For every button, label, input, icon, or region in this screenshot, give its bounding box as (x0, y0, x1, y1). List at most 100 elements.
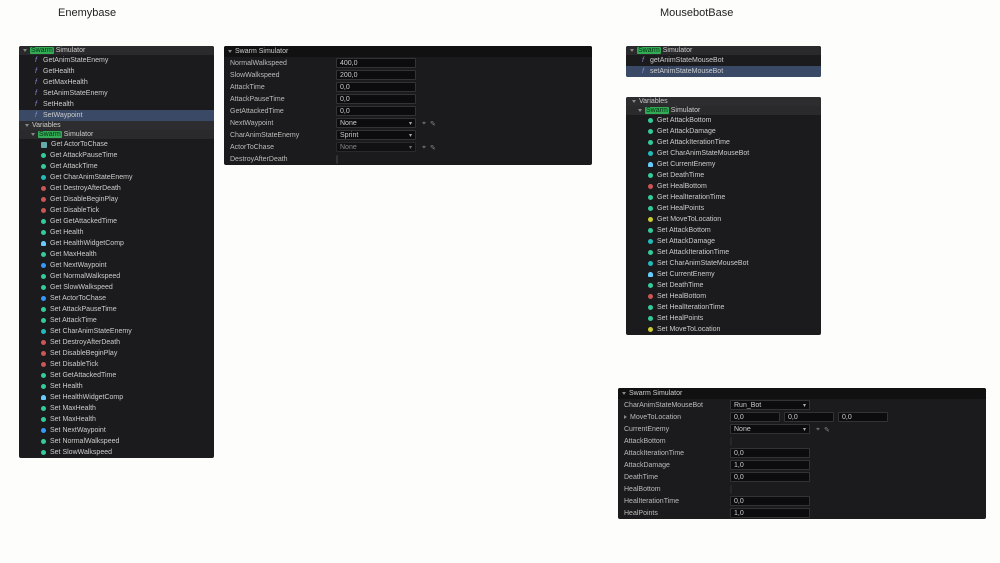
var-item[interactable]: Set CurrentEnemy (626, 269, 821, 280)
func-item[interactable]: fsetAnimStateMouseBot (626, 66, 821, 77)
var-item[interactable]: Set MoveToLocation (626, 324, 821, 335)
prop-row: AttackBottom (618, 435, 986, 447)
var-item[interactable]: Get AttackIterationTime (626, 137, 821, 148)
var-item[interactable]: Get CharAnimStateMouseBot (626, 148, 821, 159)
var-item[interactable]: Get CharAnimStateEnemy (19, 172, 214, 183)
var-item[interactable]: Set DestroyAfterDeath (19, 337, 214, 348)
var-item[interactable]: Set GetAttackedTime (19, 370, 214, 381)
prop-row: CurrentEnemyNone▾⌖✎ (618, 423, 986, 435)
var-item[interactable]: Set ActorToChase (19, 293, 214, 304)
vector-input[interactable] (784, 412, 834, 422)
vars-root[interactable]: Swarm Simulator (19, 130, 214, 139)
variables-header[interactable]: Variables (626, 97, 821, 106)
expand-icon (622, 392, 626, 395)
variables-header[interactable]: Variables (19, 121, 214, 130)
var-item[interactable]: Get DestroyAfterDeath (19, 183, 214, 194)
var-item[interactable]: Get NextWaypoint (19, 260, 214, 271)
func-item[interactable]: fGetMaxHealth (19, 77, 214, 88)
vars-root[interactable]: Swarm Simulator (626, 106, 821, 115)
dropdown[interactable]: None▾ (336, 142, 416, 152)
props-header[interactable]: Swarm Simulator (224, 46, 592, 57)
var-item[interactable]: Set AttackPauseTime (19, 304, 214, 315)
number-input[interactable] (336, 58, 416, 68)
number-input[interactable] (336, 94, 416, 104)
var-item[interactable]: Get AttackDamage (626, 126, 821, 137)
var-item[interactable]: Get Health (19, 227, 214, 238)
var-item[interactable]: Set HealIterationTime (626, 302, 821, 313)
number-input[interactable] (730, 448, 810, 458)
var-item[interactable]: Set NormalWalkspeed (19, 436, 214, 447)
title-mousebotbase: MousebotBase (660, 7, 733, 19)
var-item[interactable]: Set NextWaypoint (19, 425, 214, 436)
var-item[interactable]: Set SlowWalkspeed (19, 447, 214, 458)
var-item[interactable]: Get SlowWalkspeed (19, 282, 214, 293)
reset-icon[interactable]: ✎ (430, 144, 436, 152)
number-input[interactable] (336, 106, 416, 116)
tree-root[interactable]: Swarm Simulator (19, 46, 214, 55)
tree-root[interactable]: Swarm Simulator (626, 46, 821, 55)
var-item[interactable]: Set AttackIterationTime (626, 247, 821, 258)
dropdown[interactable]: None▾ (730, 424, 810, 434)
var-item[interactable]: Set HealBottom (626, 291, 821, 302)
var-item[interactable]: Get ActorToChase (19, 139, 214, 150)
browse-icon[interactable]: ⌖ (422, 144, 426, 152)
var-item[interactable]: Get AttackPauseTime (19, 150, 214, 161)
var-item[interactable]: Get DeathTime (626, 170, 821, 181)
prop-row: AttackIterationTime (618, 447, 986, 459)
prop-label-text: MoveToLocation (630, 414, 681, 421)
var-item[interactable]: Get DisableBeginPlay (19, 194, 214, 205)
var-item[interactable]: Set DeathTime (626, 280, 821, 291)
func-item[interactable]: fgetAnimStateMouseBot (626, 55, 821, 66)
var-item[interactable]: Get HealPoints (626, 203, 821, 214)
var-item[interactable]: Get AttackTime (19, 161, 214, 172)
expand-arrow-icon[interactable] (624, 415, 627, 419)
var-item[interactable]: Set DisableBeginPlay (19, 348, 214, 359)
func-item[interactable]: fSetAnimStateEnemy (19, 88, 214, 99)
browse-icon[interactable]: ⌖ (816, 426, 820, 434)
func-item[interactable]: fGetAnimStateEnemy (19, 55, 214, 66)
var-item[interactable]: Get MaxHealth (19, 249, 214, 260)
var-item[interactable]: Set HealPoints (626, 313, 821, 324)
var-item[interactable]: Set DisableTick (19, 359, 214, 370)
var-item[interactable]: Get NormalWalkspeed (19, 271, 214, 282)
number-input[interactable] (336, 82, 416, 92)
vector-input[interactable] (730, 412, 780, 422)
number-input[interactable] (730, 472, 810, 482)
dropdown[interactable]: None▾ (336, 118, 416, 128)
checkbox[interactable] (336, 155, 338, 164)
var-item[interactable]: Set AttackDamage (626, 236, 821, 247)
func-item[interactable]: fSetHealth (19, 99, 214, 110)
dropdown[interactable]: Run_Bot▾ (730, 400, 810, 410)
var-item[interactable]: Set Health (19, 381, 214, 392)
func-item[interactable]: fSetWaypoint (19, 110, 214, 121)
variables-label: Variables (639, 98, 668, 105)
var-item[interactable]: Get HealthWidgetComp (19, 238, 214, 249)
checkbox[interactable] (730, 485, 732, 494)
var-item[interactable]: Set MaxHealth (19, 414, 214, 425)
var-item[interactable]: Set AttackTime (19, 315, 214, 326)
number-input[interactable] (336, 70, 416, 80)
var-item[interactable]: Set MaxHealth (19, 403, 214, 414)
browse-icon[interactable]: ⌖ (422, 120, 426, 128)
var-item[interactable]: Set CharAnimStateMouseBot (626, 258, 821, 269)
func-item[interactable]: fGetHealth (19, 66, 214, 77)
var-item[interactable]: Get MoveToLocation (626, 214, 821, 225)
reset-icon[interactable]: ✎ (824, 426, 830, 434)
var-item[interactable]: Set CharAnimStateEnemy (19, 326, 214, 337)
var-item[interactable]: Get HealIterationTime (626, 192, 821, 203)
var-item[interactable]: Get GetAttackedTime (19, 216, 214, 227)
var-item[interactable]: Set HealthWidgetComp (19, 392, 214, 403)
number-input[interactable] (730, 496, 810, 506)
reset-icon[interactable]: ✎ (430, 120, 436, 128)
var-item[interactable]: Set AttackBottom (626, 225, 821, 236)
checkbox[interactable] (730, 437, 732, 446)
var-item[interactable]: Get HealBottom (626, 181, 821, 192)
var-item[interactable]: Get CurrentEnemy (626, 159, 821, 170)
number-input[interactable] (730, 508, 810, 518)
dropdown[interactable]: Sprint▾ (336, 130, 416, 140)
number-input[interactable] (730, 460, 810, 470)
vector-input[interactable] (838, 412, 888, 422)
props-header[interactable]: Swarm Simulator (618, 388, 986, 399)
var-item[interactable]: Get AttackBottom (626, 115, 821, 126)
var-item[interactable]: Get DisableTick (19, 205, 214, 216)
